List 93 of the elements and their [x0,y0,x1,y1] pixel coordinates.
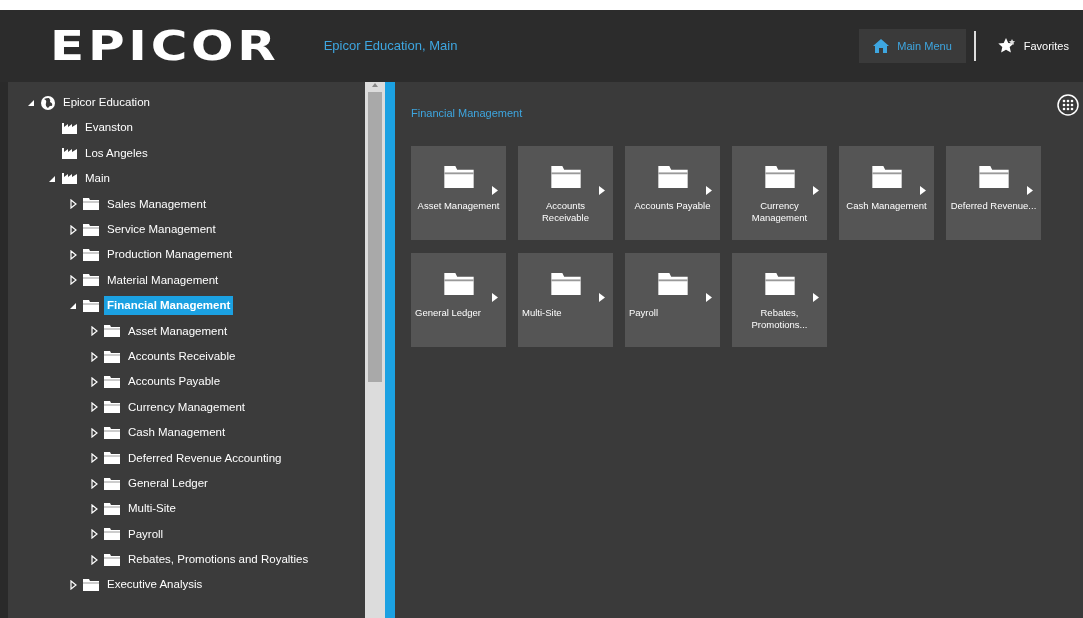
menu-tile[interactable]: Accounts Receivable [518,146,613,240]
expand-arrow-icon[interactable] [89,529,99,540]
folder-icon [104,325,120,338]
main-menu-button[interactable]: Main Menu [859,29,966,63]
tree-item[interactable]: Rebates, Promotions and Royalties [125,550,312,570]
folder-icon [550,273,581,295]
star-icon [997,38,1016,54]
folder-icon [83,223,99,236]
expand-arrow-icon[interactable] [89,453,99,464]
tree-item[interactable]: General Ledger [125,473,211,494]
tree-item[interactable]: Epicor Education [60,93,153,113]
expand-arrow-icon[interactable] [89,427,99,438]
arrow-icon [599,186,605,195]
folder-icon [443,166,474,188]
folder-icon [764,273,795,295]
folder-icon [83,579,99,592]
expand-arrow-icon[interactable] [68,224,78,235]
favorites-button[interactable]: Favorites [983,29,1083,63]
expand-arrow-icon[interactable] [89,326,99,337]
folder-icon [83,249,99,262]
folder-icon [550,166,581,188]
tree-item[interactable]: Multi-Site [125,499,179,519]
folder-icon [871,166,902,188]
expand-arrow-icon[interactable] [89,503,99,514]
folder-icon [657,166,688,188]
arrow-icon [813,293,819,302]
factory-icon [62,173,77,185]
folder-icon [443,273,474,295]
menu-tile[interactable]: Multi-Site [518,253,613,347]
folder-icon [104,477,120,490]
menu-tile[interactable]: General Ledger [411,253,506,347]
expand-arrow-icon[interactable] [89,377,99,387]
menu-tile[interactable]: Asset Management [411,146,506,240]
arrow-icon [1027,186,1033,195]
home-icon [873,39,890,53]
apps-grid-button[interactable] [1057,92,1079,114]
expand-arrow-icon[interactable] [89,554,99,565]
tree-item[interactable]: Cash Management [125,423,229,443]
folder-icon [104,401,120,414]
factory-icon [62,122,77,134]
tree-item[interactable]: Main [82,169,113,189]
tree-item[interactable]: Currency Management [125,397,248,417]
folder-icon [657,273,688,295]
folder-icon [83,274,99,287]
menu-tile[interactable]: Cash Management [839,146,934,240]
arrow-icon [492,293,498,302]
expand-arrow-icon[interactable] [89,402,99,413]
arrow-icon [492,186,498,195]
expand-arrow-icon[interactable] [89,351,99,362]
folder-icon [104,452,120,465]
arrow-icon [706,186,712,195]
tree-item[interactable]: Accounts Payable [125,372,224,392]
tree-item[interactable]: Service Management [104,220,219,240]
arrow-icon [920,186,926,195]
arrow-icon [706,293,712,302]
tree-item[interactable]: Asset Management [125,321,231,341]
tree-item[interactable]: Los Angeles [82,143,151,164]
factory-icon [62,147,77,159]
menu-tile[interactable]: Deferred Revenue... [946,146,1041,240]
expand-arrow-icon[interactable] [68,580,78,591]
folder-icon [83,299,99,312]
tree-item[interactable]: Production Management [104,245,236,265]
folder-icon [104,528,120,541]
expand-arrow-icon[interactable] [68,275,78,286]
folder-icon [83,198,99,211]
menu-tile[interactable]: Accounts Payable [625,146,720,240]
tree-item[interactable]: Material Management [104,270,222,291]
expand-arrow-icon[interactable] [68,199,78,210]
folder-icon [764,166,795,188]
menu-tile[interactable]: Currency Management [732,146,827,240]
folder-icon [104,350,120,363]
folder-icon [104,502,120,515]
folder-icon [978,166,1009,188]
company-name: Epicor Education, Main [323,37,458,56]
tree-item[interactable]: Deferred Revenue Accounting [125,448,285,468]
expand-arrow-icon[interactable] [89,478,99,489]
arrow-icon [813,186,819,195]
scrollbar-thumb[interactable] [368,92,382,382]
tree-item[interactable]: Sales Management [104,194,210,214]
tree-item[interactable]: Payroll [125,524,167,544]
menu-tile[interactable]: Payroll [625,253,720,347]
tree-item[interactable]: Accounts Receivable [125,346,239,367]
tree-item[interactable]: Evanston [82,118,136,138]
folder-icon [104,426,120,439]
arrow-icon [599,293,605,302]
globe-icon [41,95,55,110]
folder-icon [104,376,120,388]
expand-arrow-icon[interactable] [68,250,78,261]
logo: EPICOR [50,22,280,71]
section-title: Financial Management [411,106,523,121]
menu-tile[interactable]: Rebates, Promotions... [732,253,827,347]
tree-item[interactable]: Executive Analysis [104,575,206,595]
folder-icon [104,553,120,566]
